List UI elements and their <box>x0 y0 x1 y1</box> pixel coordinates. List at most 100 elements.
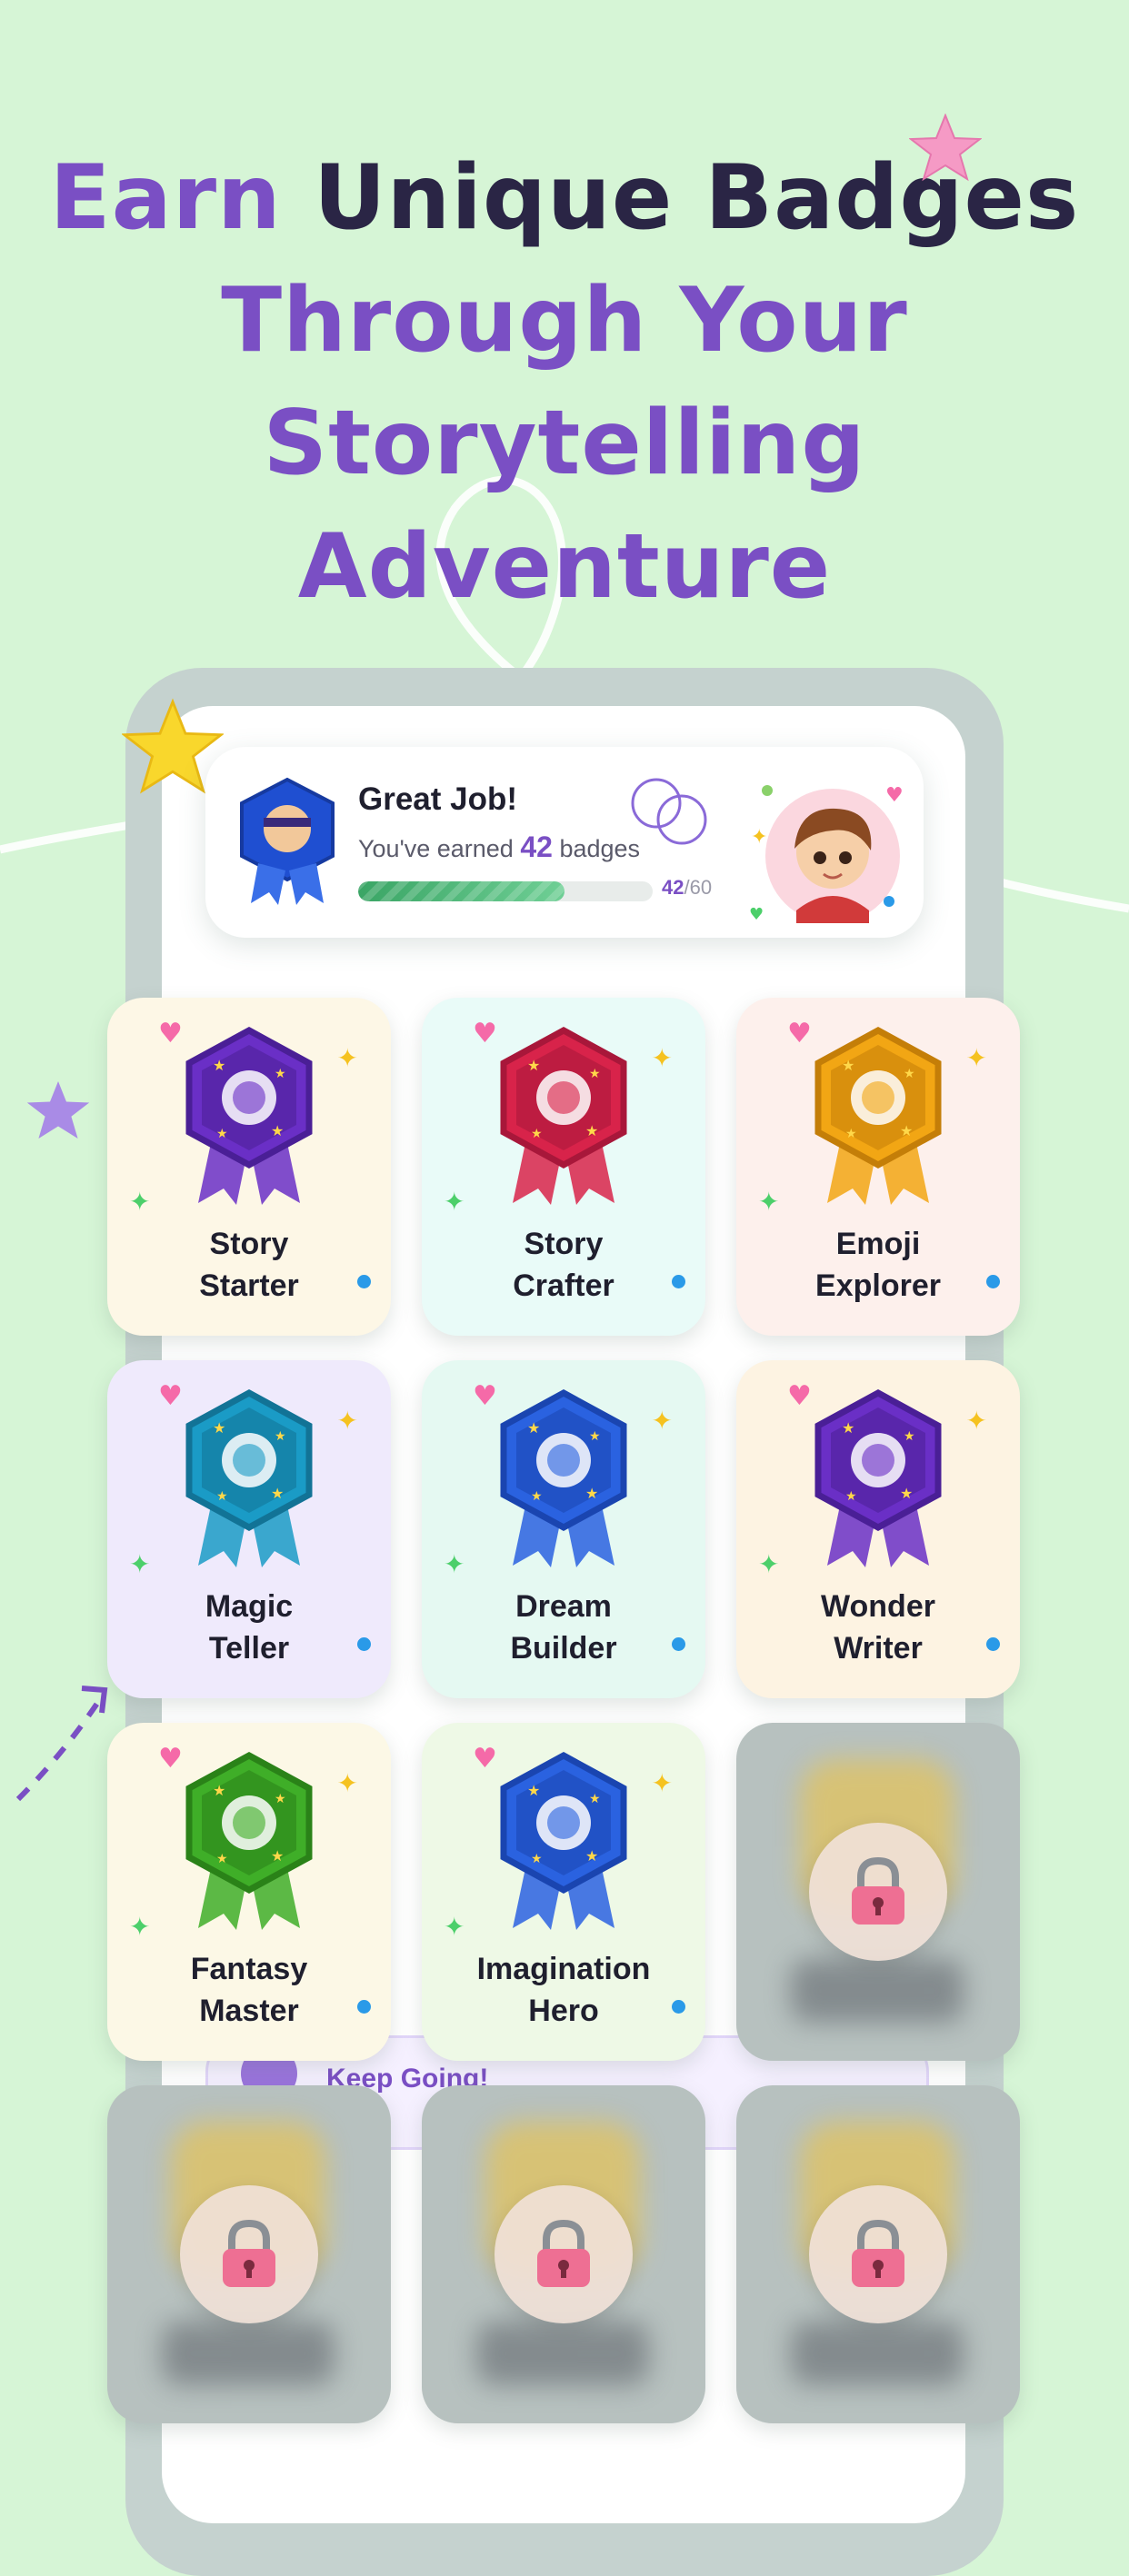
summary-subtitle: You've earned 42 badges <box>358 830 640 864</box>
sparkle-icon: ✦ <box>336 1043 358 1073</box>
sparkle-icon: ✦ <box>336 1406 358 1436</box>
headline-earn: Earn <box>49 146 282 250</box>
badge-name: Magic Teller <box>107 1586 391 1669</box>
progress-total: 60 <box>689 876 713 899</box>
svg-text:★: ★ <box>271 1122 284 1139</box>
svg-text:✦: ✦ <box>751 826 767 849</box>
badge-card[interactable]: ♥ ✦ ✦ ★ ★ ★ ★ Imagination Hero <box>422 1723 705 2061</box>
badge-name-line-1: Wonder <box>821 1589 935 1624</box>
sparkle-icon: ✦ <box>651 1406 673 1436</box>
sparkle-icon: ✦ <box>965 1406 987 1436</box>
badge-name-line-1: Dream <box>515 1589 612 1624</box>
lock-icon <box>809 1823 947 1961</box>
lock-icon <box>809 2185 947 2323</box>
green-sparkle-icon: ✦ <box>129 1912 151 1942</box>
badge-name: Fantasy Master <box>107 1948 391 2032</box>
svg-text:★: ★ <box>845 1489 857 1504</box>
badge-medal-icon: ★ ★ ★ ★ <box>805 1387 951 1569</box>
svg-text:★: ★ <box>585 1485 598 1502</box>
headline-line-3: Storytelling Adventure <box>263 392 866 619</box>
rings-decoration <box>631 778 707 845</box>
green-sparkle-icon: ✦ <box>129 1549 151 1579</box>
svg-text:★: ★ <box>213 1057 225 1074</box>
summary-earned-count: 42 <box>520 830 553 863</box>
hero-badge-icon <box>240 777 335 905</box>
badge-name-line-1: Emoji <box>835 1227 921 1261</box>
badge-progress-fill <box>358 881 564 901</box>
svg-text:★: ★ <box>216 1852 228 1866</box>
locked-badge-card[interactable] <box>422 2085 705 2423</box>
badge-name-line-1: Story <box>524 1227 604 1261</box>
badge-progress-bar <box>358 881 653 901</box>
badge-name-line-1: Fantasy <box>190 1952 308 1986</box>
svg-text:★: ★ <box>213 1782 225 1799</box>
badge-medal-icon: ★ ★ ★ ★ <box>805 1025 951 1207</box>
badge-medal-icon: ★ ★ ★ ★ <box>491 1387 636 1569</box>
svg-text:★: ★ <box>275 1429 286 1444</box>
badge-name: Emoji Explorer <box>736 1223 1020 1307</box>
green-sparkle-icon: ✦ <box>758 1187 780 1217</box>
badge-name-line-2: Teller <box>208 1631 290 1666</box>
svg-text:★: ★ <box>271 1485 284 1502</box>
svg-text:★: ★ <box>904 1429 915 1444</box>
sparkle-icon: ✦ <box>651 1768 673 1798</box>
badge-name-line-2: Explorer <box>815 1268 941 1303</box>
badge-card[interactable]: ♥ ✦ ✦ ★ ★ ★ ★ Wonder Writer <box>736 1360 1020 1698</box>
badge-name-line-1: Story <box>209 1227 289 1261</box>
badge-name: Wonder Writer <box>736 1586 1020 1669</box>
progress-summary-card: Great Job! You've earned 42 badges 42/60… <box>205 747 924 938</box>
svg-text:★: ★ <box>216 1489 228 1504</box>
badge-medal-icon: ★ ★ ★ ★ <box>176 1750 322 1932</box>
sparkle-icon: ✦ <box>651 1043 673 1073</box>
badge-name-line-1: Magic <box>205 1589 294 1624</box>
svg-text:★: ★ <box>842 1419 854 1437</box>
svg-text:★: ★ <box>527 1782 540 1799</box>
badge-name-line-2: Builder <box>510 1631 617 1666</box>
badge-card[interactable]: ♥ ✦ ✦ ★ ★ ★ ★ Emoji Explorer <box>736 998 1020 1336</box>
green-sparkle-icon: ✦ <box>129 1187 151 1217</box>
badge-name-line-2: Master <box>199 1994 299 2028</box>
svg-text:♥: ♥ <box>885 784 904 807</box>
pink-star-icon <box>909 114 982 182</box>
svg-text:★: ★ <box>213 1419 225 1437</box>
avatar: ♥ ✦ ♥ <box>749 784 904 924</box>
svg-text:★: ★ <box>585 1122 598 1139</box>
headline-line-2: Through Your <box>221 269 908 373</box>
svg-text:★: ★ <box>531 1127 543 1141</box>
badge-name-line-2: Writer <box>834 1631 923 1666</box>
svg-text:★: ★ <box>216 1127 228 1141</box>
svg-text:★: ★ <box>842 1057 854 1074</box>
badge-medal-icon: ★ ★ ★ ★ <box>491 1750 636 1932</box>
badge-card[interactable]: ♥ ✦ ✦ ★ ★ ★ ★ Dream Builder <box>422 1360 705 1698</box>
badge-card[interactable]: ♥ ✦ ✦ ★ ★ ★ ★ Story Crafter <box>422 998 705 1336</box>
badge-card[interactable]: ♥ ✦ ✦ ★ ★ ★ ★ Fantasy Master <box>107 1723 391 2061</box>
svg-text:★: ★ <box>527 1057 540 1074</box>
progress-count: 42/60 <box>662 876 712 900</box>
badge-name: Story Starter <box>107 1223 391 1307</box>
locked-badge-card[interactable] <box>107 2085 391 2423</box>
sparkle-icon: ✦ <box>336 1768 358 1798</box>
lock-icon <box>180 2185 318 2323</box>
badge-name: Story Crafter <box>422 1223 705 1307</box>
summary-subtitle-prefix: You've earned <box>358 835 514 862</box>
svg-text:★: ★ <box>275 1067 286 1081</box>
badge-name: Imagination Hero <box>422 1948 705 2032</box>
badge-name-line-2: Hero <box>528 1994 599 2028</box>
svg-text:★: ★ <box>589 1429 601 1444</box>
sparkle-icon: ✦ <box>965 1043 987 1073</box>
svg-text:★: ★ <box>585 1847 598 1865</box>
badge-card[interactable]: ♥ ✦ ✦ ★ ★ ★ ★ Magic Teller <box>107 1360 391 1698</box>
svg-text:★: ★ <box>531 1489 543 1504</box>
locked-badge-card[interactable] <box>736 1723 1020 2061</box>
badge-name: Dream Builder <box>422 1586 705 1669</box>
svg-text:★: ★ <box>589 1067 601 1081</box>
purple-star-icon <box>26 1081 90 1139</box>
svg-text:★: ★ <box>527 1419 540 1437</box>
badge-medal-icon: ★ ★ ★ ★ <box>176 1025 322 1207</box>
badge-medal-icon: ★ ★ ★ ★ <box>491 1025 636 1207</box>
locked-badge-card[interactable] <box>736 2085 1020 2423</box>
badge-medal-icon: ★ ★ ★ ★ <box>176 1387 322 1569</box>
svg-text:★: ★ <box>275 1792 286 1806</box>
badge-card[interactable]: ♥ ✦ ✦ ★ ★ ★ ★ Story Starter <box>107 998 391 1336</box>
svg-text:★: ★ <box>900 1122 913 1139</box>
